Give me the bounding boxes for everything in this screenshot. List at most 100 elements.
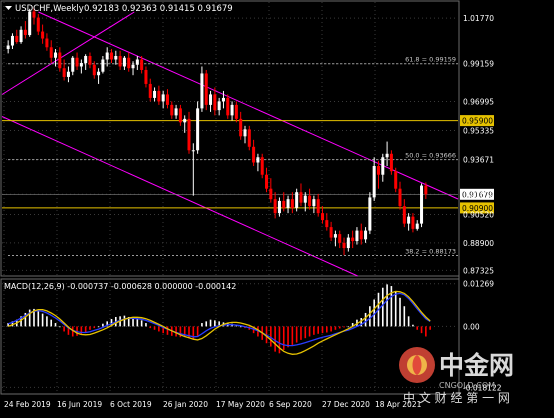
macd-hist-bar — [153, 326, 156, 330]
candle-body — [260, 157, 264, 175]
cngold-logo: 中金网 CNGOLD.COM 中 文 财 经 第 一 网 — [399, 347, 514, 405]
macd-hist-bar — [201, 323, 203, 327]
candle-body — [247, 129, 251, 147]
candle-body — [165, 94, 169, 105]
candle-body — [140, 59, 144, 70]
candle-body — [127, 57, 131, 69]
macd-hist-bar — [41, 313, 44, 327]
macd-tick-label: 0.01269 — [463, 280, 494, 289]
price-tick-label: 0.87325 — [463, 266, 494, 275]
candle-body — [230, 104, 234, 116]
candle-body — [209, 94, 213, 105]
macd-hist-bar — [412, 324, 414, 327]
fib-label: 38.2 = 0.88173 — [405, 248, 456, 256]
candle-body — [415, 223, 419, 229]
watermark-slogan: 中 文 财 经 第 一 网 — [403, 390, 510, 405]
candle-body — [122, 57, 126, 67]
candle-body — [234, 104, 238, 119]
macd-hist-bar — [97, 326, 100, 328]
time-tick-label: 26 Jan 2020 — [163, 400, 208, 409]
time-tick-label: 17 May 2020 — [216, 400, 265, 409]
candle-body — [394, 171, 398, 189]
macd-hist-bar — [80, 326, 83, 335]
candle-body — [58, 52, 62, 69]
macd-tick-label: 0.00 — [463, 322, 480, 331]
candle-body — [157, 90, 161, 102]
price-tick-label: 0.96995 — [463, 97, 494, 106]
macd-hist-bar — [278, 326, 281, 354]
candle-body — [389, 153, 393, 172]
macd-hist-bar — [425, 326, 427, 337]
candle-body — [385, 153, 389, 158]
candle-body — [109, 52, 114, 60]
candle-body — [178, 108, 182, 123]
macd-hist-bar — [54, 323, 57, 327]
candle-body — [79, 62, 83, 67]
level-label: 0.95900 — [462, 117, 493, 126]
candle-body — [183, 118, 187, 123]
time-tick-label: 24 Feb 2019 — [4, 400, 51, 409]
candle-body — [329, 227, 333, 238]
macd-hist-bar — [136, 319, 139, 327]
macd-hist-bar — [274, 326, 276, 352]
macd-hist-bar — [140, 320, 143, 327]
candle-body — [286, 199, 290, 208]
symbol-label: USDCHF,Weekly — [15, 4, 84, 14]
candle-body — [204, 73, 208, 105]
candle-body — [316, 199, 320, 214]
macd-hist-bar — [102, 323, 104, 327]
candle-body — [282, 200, 286, 208]
candle-body — [144, 69, 148, 84]
macd-hist-bar — [300, 326, 302, 340]
candle-body — [221, 97, 225, 102]
macd-hist-bar — [46, 316, 48, 327]
macd-hist-bar — [166, 326, 169, 335]
candle-body — [346, 237, 350, 249]
candle-body — [19, 29, 23, 43]
macd-hist-bar — [209, 319, 212, 327]
candle-body — [28, 11, 32, 36]
macd-hist-bar — [175, 326, 177, 337]
candle-body — [338, 234, 342, 243]
candle-body — [342, 242, 346, 249]
candle-body — [308, 195, 312, 207]
candle-body — [118, 56, 122, 67]
candle-body — [196, 108, 200, 151]
macd-hist-bar — [123, 315, 126, 327]
candle-body — [213, 94, 217, 111]
candle-body — [312, 199, 316, 207]
candle-body — [407, 216, 411, 224]
macd-hist-bar — [145, 323, 147, 327]
candle-body — [402, 206, 406, 224]
price-tick-label: 0.88900 — [463, 239, 494, 248]
candle-body — [97, 71, 101, 76]
macd-hist-bar — [399, 297, 401, 327]
macd-hist-bar — [149, 326, 152, 329]
candle-body — [299, 192, 303, 203]
time-tick-label: 6 Sep 2020 — [269, 400, 312, 409]
candle-body — [88, 56, 92, 65]
candle-body — [243, 129, 247, 137]
candle-body — [41, 31, 45, 39]
chart-window[interactable]: 61.8 = 0.99159 50.0 = 0.93666 38.2 = 0.881… — [0, 0, 554, 414]
macd-hist-bar — [304, 326, 307, 339]
candle-body — [265, 174, 269, 189]
candle-body — [333, 234, 337, 238]
candle-body — [36, 17, 40, 32]
macd-hist-bar — [50, 319, 53, 327]
fib-label: 50.0 = 0.93666 — [405, 152, 456, 160]
candle-body — [92, 64, 96, 76]
candle-body — [424, 185, 428, 195]
candle-body — [148, 83, 152, 98]
macd-hist-bar — [295, 326, 298, 343]
macd-hist-bar — [416, 326, 419, 330]
candle-body — [226, 97, 230, 116]
candle-body — [101, 59, 105, 72]
macd-hist-bar — [214, 320, 216, 327]
candle-body — [239, 118, 243, 137]
time-tick-label: 6 Oct 2019 — [110, 400, 152, 409]
macd-hist-bar — [158, 326, 160, 332]
macd-hist-bar — [407, 316, 410, 327]
candle-body — [135, 59, 139, 65]
candle-body — [295, 192, 299, 208]
